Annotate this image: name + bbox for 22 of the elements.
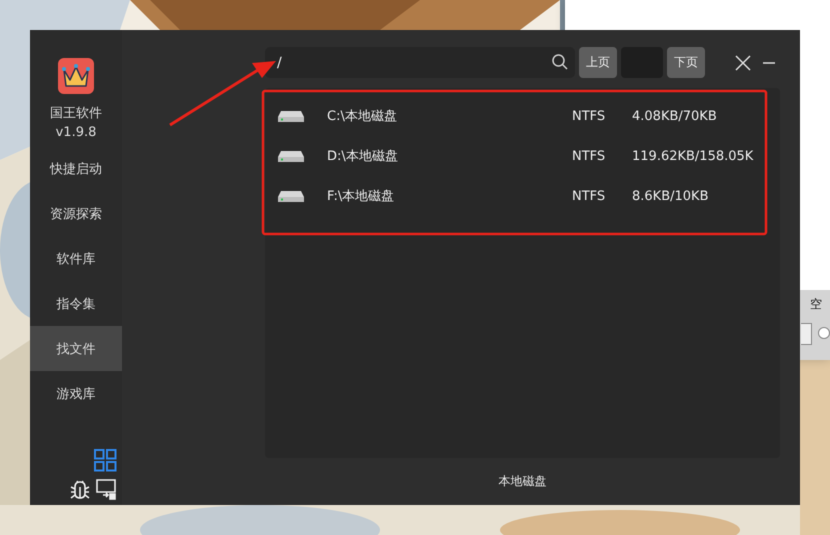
file-system: NTFS: [572, 148, 606, 164]
file-system: NTFS: [572, 108, 606, 124]
nav-item[interactable]: 找文件: [30, 326, 122, 371]
drive-usage: 4.08KB/70KB: [632, 108, 718, 124]
nav-item[interactable]: 游戏库: [30, 371, 122, 416]
drive-usage: 119.62KB/158.05K: [632, 148, 754, 164]
nav-item[interactable]: 快捷启动: [30, 146, 122, 191]
drive-path[interactable]: C:\本地磁盘: [327, 107, 572, 125]
file-system: NTFS: [572, 188, 606, 204]
nav-item[interactable]: 指令集: [30, 281, 122, 326]
search-field[interactable]: /: [265, 47, 575, 78]
status-text: 本地磁盘: [498, 473, 546, 490]
nav-item[interactable]: 资源探索: [30, 191, 122, 236]
app-version: v1.9.8: [56, 125, 96, 140]
drive-path[interactable]: D:\本地磁盘: [327, 147, 572, 165]
nav-item[interactable]: 软件库: [30, 236, 122, 281]
toolbar-label: 空: [810, 296, 822, 313]
drive-path[interactable]: F:\本地磁盘: [327, 187, 572, 205]
previous-page-button[interactable]: 上页: [579, 47, 617, 78]
drive-usage: 8.6KB/10KB: [632, 188, 710, 204]
app-name: 国王软件: [50, 105, 102, 122]
next-page-button[interactable]: 下页: [667, 47, 705, 78]
